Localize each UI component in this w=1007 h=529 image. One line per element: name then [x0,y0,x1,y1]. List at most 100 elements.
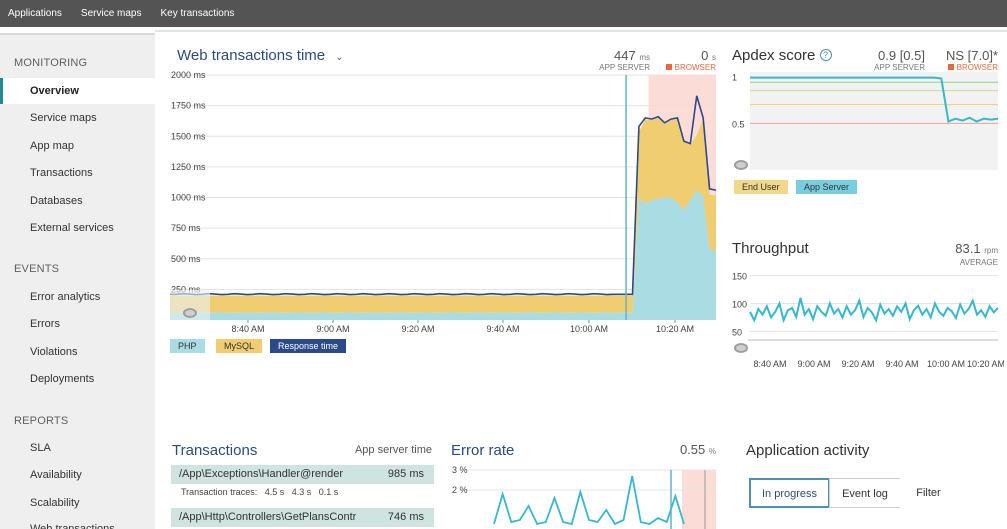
throughput-title: Throughput [732,240,809,257]
error-rate-chart[interactable]: 3 % 2 % [444,460,720,529]
sidebar-item-scalability[interactable]: Scalability [0,490,155,516]
throughput-metric: 83.1 rpm [930,241,998,256]
chevron-down-icon[interactable]: ⌄ [335,52,343,63]
x-tick-label: 10:20 AM [656,324,694,334]
y-tick-label: 1000 ms [171,193,206,203]
transaction-trace-link[interactable]: 4.3 s [292,487,312,497]
apdex-browser-value: NS [7.0]* [945,48,998,63]
apdex-chart[interactable]: 10.5 [728,70,1000,178]
response-time-line [170,95,717,296]
legend-end-user[interactable]: End User [734,180,788,194]
question-circle-icon[interactable]: ? [819,49,832,61]
y-tick-label: 1250 ms [171,162,206,172]
sidebar-heading-events: EVENTS [14,263,60,275]
transactions-app-server-time-label: App server time [354,444,432,456]
web-transactions-chart[interactable]: 2000 ms 1750 ms 1500 ms 1250 ms 1000 ms 750 m… [155,70,720,335]
web-transactions-title[interactable]: Web transactions time ⌄ [177,47,344,64]
nav-service-maps[interactable]: Service maps [81,8,142,19]
transaction-row[interactable]: /App\Http\Controllers\GetPlansContr 746 … [171,508,434,527]
filter-button[interactable]: Filter [900,478,957,508]
app-server-metric: 447 ms [590,48,650,63]
browser-metric: 0 s [680,48,716,63]
sidebar-item-web-transactions[interactable]: Web transactions [0,516,155,529]
legend-mysql[interactable]: MySQL [216,339,263,353]
error-rate-line [493,475,685,526]
x-tick-label: 9:00 AM [316,324,349,334]
sidebar-item-error-analytics[interactable]: Error analytics [0,284,155,310]
sidebar-item-violations[interactable]: Violations [0,339,155,365]
y-tick-label: 150 [732,272,747,282]
transaction-value: 746 ms [387,511,424,523]
sidebar-item-deployments[interactable]: Deployments [0,366,155,392]
in-progress-button[interactable]: In progress [749,478,830,508]
legend-app-server[interactable]: App Server [796,180,858,194]
y-tick-label: 100 [732,300,747,310]
x-tick-label: 8:40 AM [753,359,786,369]
application-activity-title: Application activity [746,442,870,459]
error-rate-metric: 0.55 % [660,442,716,457]
sidebar-item-databases[interactable]: Databases [0,188,155,214]
browser-shade [682,470,716,529]
top-nav: Applications Service maps Key transactio… [0,0,1007,27]
sidebar-item-errors[interactable]: Errors [0,311,155,337]
browser-value: 0 [701,48,709,63]
apdex-title-text: Apdex score [732,47,816,64]
x-tick-label: 10:00 AM [570,324,608,334]
y-tick-label: 500 ms [171,254,201,264]
legend-php[interactable]: PHP [170,339,205,353]
transaction-traces: Transaction traces: 4.5 s 4.3 s 0.1 s [181,487,338,497]
error-rate-title[interactable]: Error rate [451,442,514,459]
y-tick-label: 1500 ms [171,131,206,141]
transaction-value: 985 ms [387,468,424,480]
transaction-trace-link[interactable]: 0.1 s [319,487,339,497]
transaction-row[interactable]: /App\Exceptions\Handler@render 985 ms [171,465,434,484]
y-tick-label: 2 % [452,485,468,495]
y-tick-label: 1 [732,73,737,83]
web-transactions-title-text: Web transactions time [177,47,326,64]
legend-response-time[interactable]: Response time [270,339,347,353]
sidebar-item-app-map[interactable]: App map [0,133,155,159]
throughput-line [749,297,999,324]
sidebar-item-service-maps[interactable]: Service maps [0,105,155,131]
throughput-chart[interactable]: 150 100 50 8:40 AM 9:00 AM 9:20 AM 9:40 AM 10:0… [728,262,1004,374]
sidebar-heading-reports: REPORTS [14,415,69,427]
transaction-traces-label: Transaction traces: [181,487,258,497]
transactions-title[interactable]: Transactions [172,442,257,459]
chart-settings-icon[interactable] [734,160,748,170]
y-tick-label: 1750 ms [171,101,206,111]
x-tick-label: 9:20 AM [841,359,874,369]
error-rate-value: 0.55 [679,442,706,457]
transaction-name: /App\Exceptions\Handler@render [179,468,344,480]
apdex-app-server-value: 0.9 [0.5] [878,48,925,63]
y-tick-label: 0.5 [732,119,745,129]
chart-settings-icon[interactable] [734,343,748,353]
nav-key-transactions[interactable]: Key transactions [161,8,235,19]
nav-applications[interactable]: Applications [8,8,62,19]
event-log-button[interactable]: Event log [829,478,901,508]
x-tick-label: 9:40 AM [885,359,918,369]
y-tick-label: 50 [732,327,742,337]
sidebar-item-availability[interactable]: Availability [0,462,155,488]
apdex-title: Apdex score ? [732,47,832,64]
browser-unit: s [712,53,716,62]
app-server-unit: ms [639,53,650,62]
error-rate-unit: % [708,447,716,456]
x-tick-label: 10:00 AM [927,359,965,369]
sidebar-heading-monitoring: MONITORING [14,57,88,69]
y-tick-label: 2000 ms [171,70,206,80]
throughput-value: 83.1 [955,241,981,256]
x-tick-label: 8:40 AM [231,324,264,334]
sidebar-item-transactions[interactable]: Transactions [0,160,155,186]
y-tick-label: 3 % [452,465,468,475]
x-tick-label: 9:20 AM [401,324,434,334]
x-tick-label: 9:00 AM [797,359,830,369]
sidebar-item-overview[interactable]: Overview [0,78,155,104]
transaction-trace-link[interactable]: 4.5 s [265,487,285,497]
sidebar: MONITORING Overview Service maps App map… [0,33,155,529]
sidebar-item-sla[interactable]: SLA [0,435,155,461]
sidebar-item-external-services[interactable]: External services [0,215,155,241]
throughput-unit: rpm [984,246,998,255]
app-server-value: 447 [614,48,636,63]
chart-settings-icon[interactable] [183,308,197,318]
y-tick-label: 750 ms [171,223,201,233]
